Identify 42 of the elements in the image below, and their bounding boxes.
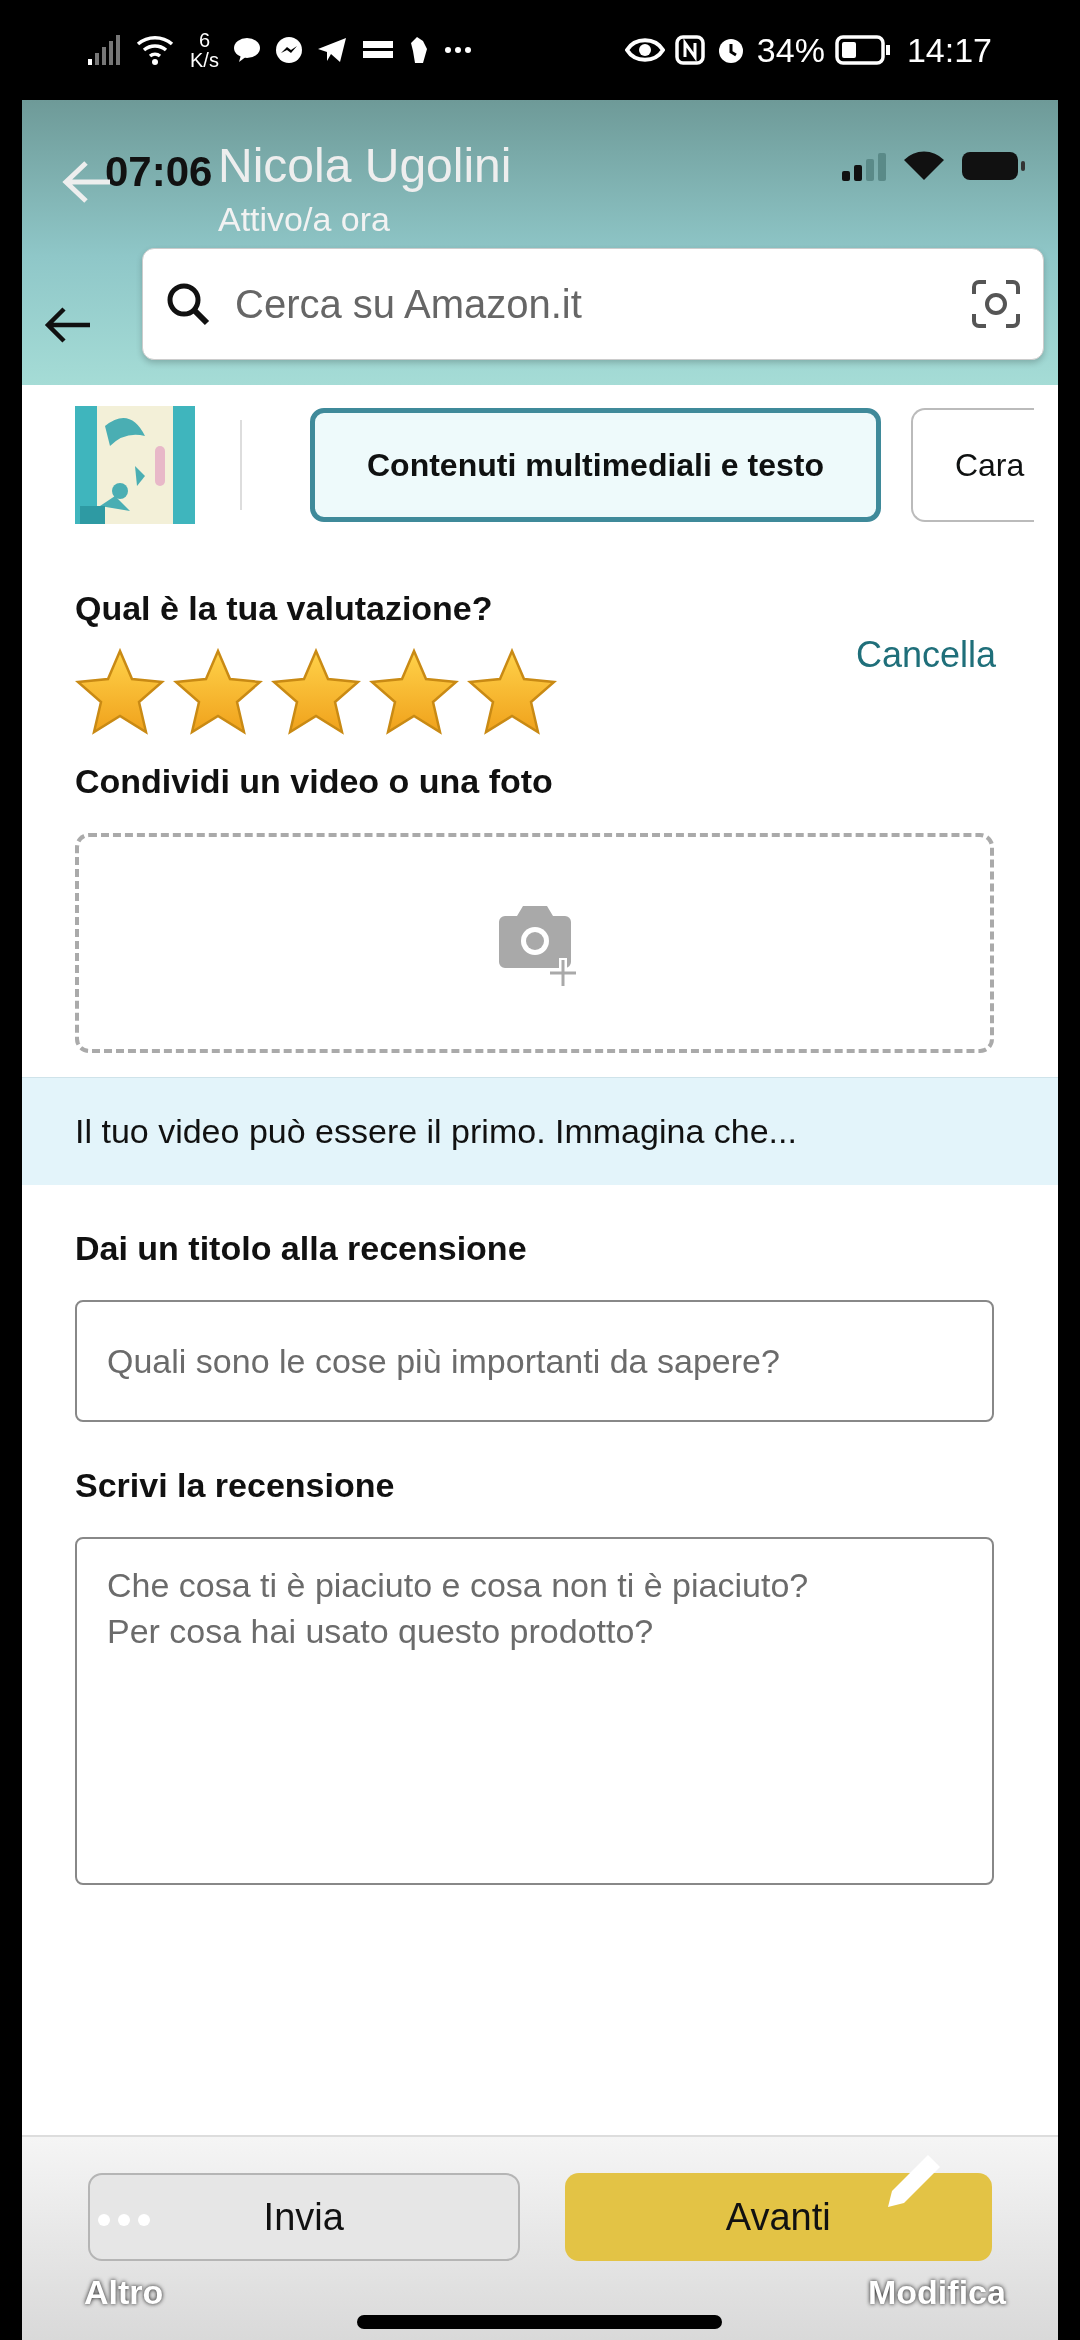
more-icon [444, 47, 471, 53]
field-label: Dai un titolo alla recensione [75, 1228, 528, 1269]
rating-question: Qual è la tua valutazione? [75, 588, 494, 629]
submit-button[interactable]: Invia [88, 2173, 520, 2261]
nfc-icon [674, 35, 705, 65]
wifi-icon [136, 34, 176, 66]
upload-area[interactable] [75, 833, 994, 1053]
review-title-field[interactable]: Quali sono le cose più importanti da sapere? [75, 1300, 994, 1422]
next-button[interactable]: Avanti [564, 2173, 992, 2261]
search-bar[interactable]: Cerca su Amazon.it [142, 248, 1044, 360]
review-text-field[interactable]: Che cosa ti è piaciuto e cosa non ti è piaciuto? Per cosa hai usato questo prodotto? [75, 1537, 994, 1885]
back-arrow-icon[interactable] [44, 307, 92, 343]
search-icon [165, 281, 211, 327]
clear-link[interactable]: Cancella [855, 628, 996, 682]
section-title: Condividi un video o una foto [75, 761, 554, 802]
contact-name: Nicola Ugolini [218, 138, 512, 194]
network-speed: 6 [198, 30, 210, 50]
paper-plane-icon [316, 37, 347, 63]
clock: 14:17 [906, 29, 992, 71]
signal-icon [88, 35, 122, 65]
battery-percentage: 34% [756, 29, 825, 71]
messenger-icon [274, 36, 303, 64]
tab[interactable]: Contenuti multimediali e testo [310, 408, 881, 522]
star-icon[interactable] [173, 648, 263, 736]
tab[interactable]: Cara [910, 408, 1035, 522]
search-field[interactable]: Cerca su Amazon.it [235, 274, 947, 334]
battery-icon [960, 150, 1026, 182]
presence-status: Attivo/a ora [218, 199, 390, 240]
network-speed: K/s [190, 50, 219, 70]
chat-bubble-icon [232, 37, 261, 63]
star-icon[interactable] [369, 648, 459, 736]
banner-text: Il tuo video può essere il primo. Immagina che... [75, 1111, 797, 1152]
star-icon[interactable] [467, 648, 557, 736]
camera-scan-icon[interactable] [971, 279, 1021, 329]
battery-icon [834, 35, 891, 65]
star-icon[interactable] [271, 648, 361, 736]
field-label: Scrivi la recensione [75, 1465, 396, 1506]
inner-clock: 07:06 [105, 147, 213, 197]
wifi-icon [902, 150, 946, 182]
star-icon[interactable] [75, 648, 165, 736]
eye-icon [624, 37, 665, 63]
signal-icon [842, 151, 888, 181]
